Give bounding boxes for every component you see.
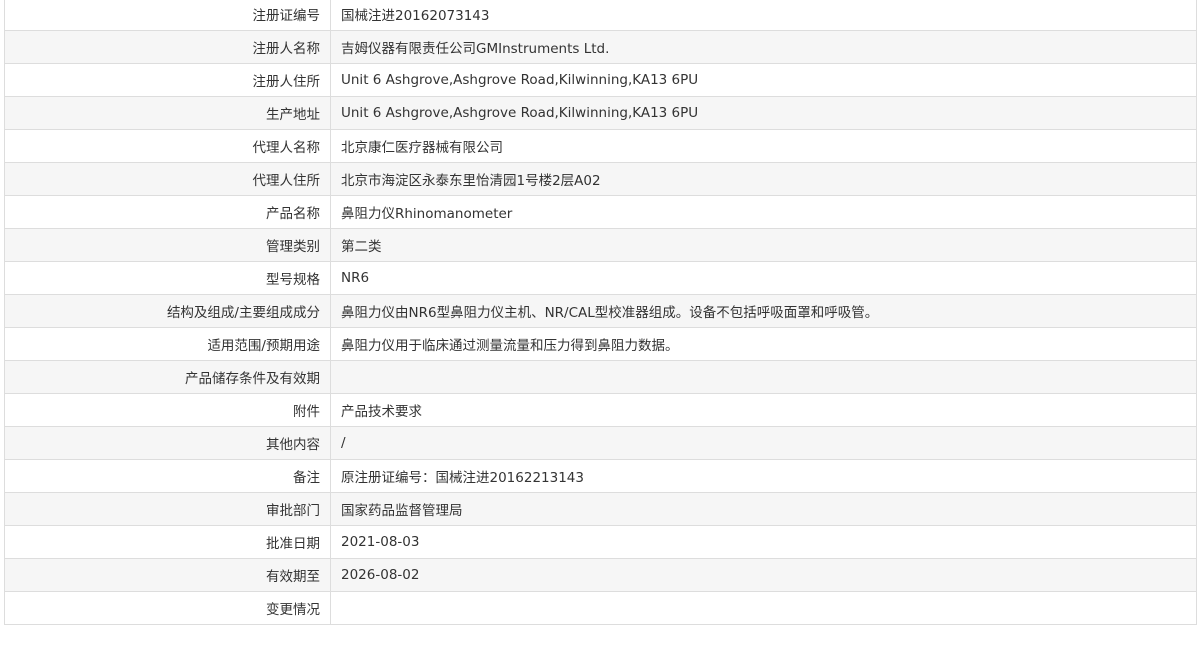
row-value-agent-address: 北京市海淀区永泰东里怡清园1号楼2层A02 [330,162,1197,196]
row-label-agent-name: 代理人名称 [4,129,331,163]
row-label-change-history: 变更情况 [4,591,331,625]
row-value-model-spec: NR6 [330,261,1197,295]
row-value-production-address: Unit 6 Ashgrove,Ashgrove Road,Kilwinning… [330,96,1197,130]
table-row: 有效期至 2026-08-02 [4,558,1197,592]
row-label-other-content: 其他内容 [4,426,331,460]
row-value-storage-validity [330,360,1197,394]
row-value-remarks: 原注册证编号：国械注进20162213143 [330,459,1197,493]
row-value-registration-number: 国械注进20162073143 [330,0,1197,31]
row-value-product-name: 鼻阻力仪Rhinomanometer [330,195,1197,229]
table-row: 产品储存条件及有效期 [4,360,1197,394]
row-value-intended-use: 鼻阻力仪用于临床通过测量流量和压力得到鼻阻力数据。 [330,327,1197,361]
row-label-structure-composition: 结构及组成/主要组成成分 [4,294,331,328]
row-label-management-category: 管理类别 [4,228,331,262]
table-row: 批准日期 2021-08-03 [4,525,1197,559]
row-label-model-spec: 型号规格 [4,261,331,295]
row-label-agent-address: 代理人住所 [4,162,331,196]
table-row: 适用范围/预期用途 鼻阻力仪用于临床通过测量流量和压力得到鼻阻力数据。 [4,327,1197,361]
row-label-registrant-name: 注册人名称 [4,30,331,64]
row-value-approval-date: 2021-08-03 [330,525,1197,559]
row-label-intended-use: 适用范围/预期用途 [4,327,331,361]
row-label-approval-date: 批准日期 [4,525,331,559]
table-row: 注册证编号 国械注进20162073143 [4,0,1197,31]
table-row: 管理类别 第二类 [4,228,1197,262]
table-row: 审批部门 国家药品监督管理局 [4,492,1197,526]
table-row: 型号规格 NR6 [4,261,1197,295]
row-label-attachment: 附件 [4,393,331,427]
table-row: 附件 产品技术要求 [4,393,1197,427]
table-row: 产品名称 鼻阻力仪Rhinomanometer [4,195,1197,229]
registration-detail-table: 注册证编号 国械注进20162073143 注册人名称 吉姆仪器有限责任公司GM… [4,0,1197,625]
row-value-registrant-address: Unit 6 Ashgrove,Ashgrove Road,Kilwinning… [330,63,1197,97]
table-row: 结构及组成/主要组成成分 鼻阻力仪由NR6型鼻阻力仪主机、NR/CAL型校准器组… [4,294,1197,328]
row-value-other-content: / [330,426,1197,460]
row-value-structure-composition: 鼻阻力仪由NR6型鼻阻力仪主机、NR/CAL型校准器组成。设备不包括呼吸面罩和呼… [330,294,1197,328]
row-value-approval-department: 国家药品监督管理局 [330,492,1197,526]
row-label-approval-department: 审批部门 [4,492,331,526]
row-value-registrant-name: 吉姆仪器有限责任公司GMInstruments Ltd. [330,30,1197,64]
table-row: 变更情况 [4,591,1197,625]
row-label-product-name: 产品名称 [4,195,331,229]
table-row: 生产地址 Unit 6 Ashgrove,Ashgrove Road,Kilwi… [4,96,1197,130]
registration-detail-page: 注册证编号 国械注进20162073143 注册人名称 吉姆仪器有限责任公司GM… [0,0,1200,661]
table-row: 备注 原注册证编号：国械注进20162213143 [4,459,1197,493]
table-row: 其他内容 / [4,426,1197,460]
row-label-valid-until: 有效期至 [4,558,331,592]
row-value-attachment: 产品技术要求 [330,393,1197,427]
row-value-change-history [330,591,1197,625]
table-row: 注册人名称 吉姆仪器有限责任公司GMInstruments Ltd. [4,30,1197,64]
row-label-storage-validity: 产品储存条件及有效期 [4,360,331,394]
row-label-production-address: 生产地址 [4,96,331,130]
row-label-remarks: 备注 [4,459,331,493]
row-value-agent-name: 北京康仁医疗器械有限公司 [330,129,1197,163]
table-row: 代理人住所 北京市海淀区永泰东里怡清园1号楼2层A02 [4,162,1197,196]
table-row: 注册人住所 Unit 6 Ashgrove,Ashgrove Road,Kilw… [4,63,1197,97]
row-label-registration-number: 注册证编号 [4,0,331,31]
row-label-registrant-address: 注册人住所 [4,63,331,97]
row-value-valid-until: 2026-08-02 [330,558,1197,592]
table-row: 代理人名称 北京康仁医疗器械有限公司 [4,129,1197,163]
row-value-management-category: 第二类 [330,228,1197,262]
